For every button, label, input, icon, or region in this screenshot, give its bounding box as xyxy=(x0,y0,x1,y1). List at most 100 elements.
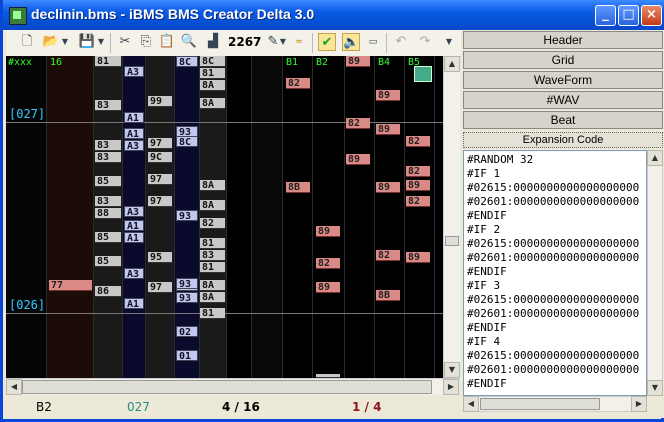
note-object[interactable]: 83 xyxy=(95,100,121,111)
open-folder-icon[interactable]: 📂 xyxy=(42,33,60,51)
note-object[interactable]: 8A xyxy=(200,200,225,211)
note-object[interactable]: 89 xyxy=(316,226,340,237)
note-object[interactable]: A3 xyxy=(124,206,144,218)
note-object[interactable]: 93 xyxy=(176,278,198,290)
waveform-button[interactable]: WaveForm xyxy=(463,71,663,89)
auto-icon[interactable]: ≈ xyxy=(290,33,308,51)
note-object[interactable]: A1 xyxy=(124,298,144,310)
note-object[interactable]: 93 xyxy=(176,126,198,138)
title-bar[interactable]: declinin.bms - iBMS BMS Creator Delta 3.… xyxy=(3,0,664,30)
note-object[interactable]: 81 xyxy=(200,68,225,79)
note-object[interactable]: 95 xyxy=(148,252,172,263)
note-object[interactable]: 81 xyxy=(95,56,121,67)
note-object[interactable]: 86 xyxy=(95,286,121,297)
note-object[interactable]: 97 xyxy=(148,196,172,207)
note-object[interactable]: 8B xyxy=(376,290,400,301)
close-button[interactable]: × xyxy=(641,5,662,26)
minimize-button[interactable]: _ xyxy=(595,5,616,26)
note-object[interactable]: 89 xyxy=(346,154,370,165)
expansion-code-editor[interactable]: #RANDOM 32 #IF 1 #02615:0000000000000000… xyxy=(463,150,647,396)
note-object[interactable]: 01 xyxy=(176,350,198,362)
copy-icon[interactable]: ⎘ xyxy=(137,33,155,51)
scroll-up-arrow-icon[interactable]: ▲ xyxy=(647,150,663,166)
grid-button[interactable]: Grid xyxy=(463,51,663,69)
scroll-thumb[interactable] xyxy=(480,398,600,410)
note-object[interactable]: 89 xyxy=(406,180,430,191)
beat-button[interactable]: Beat xyxy=(463,111,663,129)
note-object[interactable]: 89 xyxy=(376,90,400,101)
code-vertical-scrollbar[interactable]: ▲ ▼ xyxy=(647,150,663,396)
note-object[interactable]: 89 xyxy=(346,56,370,67)
scroll-left-arrow-icon[interactable]: ◀ xyxy=(6,379,22,395)
chart-icon[interactable]: ▟ xyxy=(204,33,222,51)
note-object[interactable]: A1 xyxy=(124,220,144,232)
note-object[interactable]: 83 xyxy=(95,152,121,163)
note-object[interactable]: 97 xyxy=(148,174,172,185)
note-editor-grid[interactable]: #xxx 16 B1 B2 89 B4 B5 [027] [026] 82 89… xyxy=(6,56,443,378)
note-object[interactable]: 82 xyxy=(406,196,430,207)
scroll-right-arrow-icon[interactable]: ▶ xyxy=(631,396,647,412)
save-icon[interactable]: 💾 xyxy=(78,33,96,51)
scroll-left-arrow-icon[interactable]: ◀ xyxy=(463,396,479,412)
note-object[interactable]: 8A xyxy=(200,292,225,303)
note-object[interactable]: A3 xyxy=(124,140,144,152)
note-object[interactable]: 9C xyxy=(148,152,172,163)
scroll-down-arrow-icon[interactable]: ▼ xyxy=(444,362,460,378)
new-file-icon[interactable]: 🗋 xyxy=(18,33,36,51)
note-object[interactable]: 82 xyxy=(376,250,400,261)
note-object[interactable]: 81 xyxy=(200,262,225,273)
note-object[interactable]: 82 xyxy=(316,258,340,269)
paste-icon[interactable]: 📋 xyxy=(158,33,176,51)
note-object[interactable]: 93 xyxy=(176,210,198,222)
note-object[interactable]: A3 xyxy=(124,268,144,280)
speaker-icon[interactable]: 🔈 xyxy=(342,33,360,51)
note-object[interactable]: 83 xyxy=(95,196,121,207)
note-object[interactable]: 8A xyxy=(200,80,225,91)
cut-icon[interactable]: ✂ xyxy=(116,33,134,51)
note-object[interactable]: 81 xyxy=(200,308,225,319)
note-object[interactable]: 97 xyxy=(148,282,172,293)
note-object[interactable]: 82 xyxy=(406,166,430,177)
note-object[interactable]: 8A xyxy=(200,280,225,291)
note-object[interactable]: 89 xyxy=(376,124,400,135)
wav-button[interactable]: #WAV xyxy=(463,91,663,109)
note-object[interactable]: A1 xyxy=(124,128,144,140)
note-object[interactable]: 82 xyxy=(200,218,225,229)
note-object[interactable]: 83 xyxy=(95,140,121,151)
note-object[interactable]: 89 xyxy=(376,182,400,193)
maximize-button[interactable]: □ xyxy=(618,5,639,26)
note-object[interactable]: 8C xyxy=(176,56,198,68)
bga-icon[interactable] xyxy=(414,66,432,82)
scroll-right-arrow-icon[interactable]: ▶ xyxy=(443,379,459,395)
note-object[interactable]: 8B xyxy=(286,182,310,193)
pen-dropdown-chevron-down-icon[interactable]: ▼ xyxy=(278,33,288,51)
note-object[interactable]: 77 xyxy=(49,280,92,291)
undo-icon[interactable]: ↶ xyxy=(392,33,410,51)
note-object[interactable]: 82 xyxy=(286,78,310,89)
note-object[interactable]: 82 xyxy=(346,118,370,129)
note-object[interactable]: 99 xyxy=(148,96,172,107)
open-dropdown-chevron-down-icon[interactable]: ▼ xyxy=(60,33,70,51)
scroll-down-arrow-icon[interactable]: ▼ xyxy=(647,380,663,396)
scroll-thumb[interactable] xyxy=(445,236,459,246)
scroll-thumb[interactable] xyxy=(22,380,432,394)
editor-horizontal-scrollbar[interactable]: ◀ ▶ xyxy=(6,378,459,395)
editor-vertical-scrollbar[interactable]: ▲ ▼ xyxy=(443,56,460,378)
note-object[interactable]: A1 xyxy=(124,232,144,244)
note-object[interactable]: 85 xyxy=(95,256,121,267)
header-button[interactable]: Header xyxy=(463,31,663,49)
note-object[interactable]: 85 xyxy=(95,176,121,187)
note-object[interactable]: 8A xyxy=(200,180,225,191)
note-object[interactable]: 82 xyxy=(406,136,430,147)
note-object[interactable]: 8A xyxy=(200,98,225,109)
note-object[interactable]: 93 xyxy=(176,292,198,304)
code-horizontal-scrollbar[interactable]: ◀ ▶ xyxy=(463,396,647,412)
note-object[interactable]: 8C xyxy=(200,56,225,67)
note-object[interactable]: 88 xyxy=(95,208,121,219)
toolbar-overflow-chevron-down-icon[interactable]: ▼ xyxy=(443,33,455,51)
redo-icon[interactable]: ↷ xyxy=(416,33,434,51)
note-object[interactable]: 02 xyxy=(176,326,198,338)
note-object[interactable]: 81 xyxy=(200,238,225,249)
note-object[interactable]: 89 xyxy=(316,282,340,293)
note-object[interactable]: A1 xyxy=(124,112,144,124)
